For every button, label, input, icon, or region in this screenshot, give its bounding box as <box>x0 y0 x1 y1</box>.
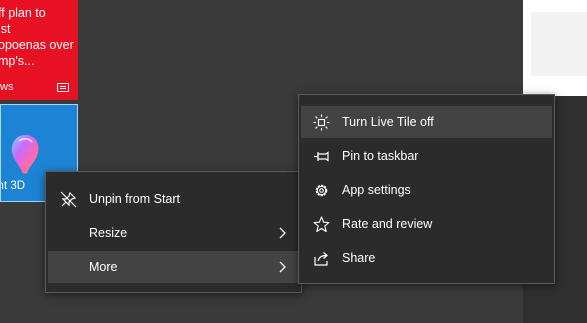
menu-item-label: Rate and review <box>342 217 433 231</box>
chevron-right-icon <box>279 227 286 239</box>
news-tile[interactable]: ff plan to ist opoenas over mp's... ws <box>0 0 78 100</box>
news-badge-icon <box>57 83 69 92</box>
paint-3d-logo-icon <box>11 135 39 174</box>
menu-item-label: Unpin from Start <box>89 192 181 206</box>
menu-item-label: More <box>89 260 118 274</box>
unpin-icon <box>60 191 77 208</box>
more-submenu: Turn Live Tile off Pin to taskbar App se… <box>298 94 555 284</box>
menu-item-label: Pin to taskbar <box>342 149 419 163</box>
menu-item-more[interactable]: More <box>48 251 299 283</box>
menu-item-rate-and-review[interactable]: Rate and review <box>301 208 552 240</box>
news-tile-source: ws <box>0 81 14 93</box>
menu-item-pin-to-taskbar[interactable]: Pin to taskbar <box>301 140 552 172</box>
menu-item-label: Share <box>342 251 376 265</box>
paint-3d-tile-label: int 3D <box>1 180 26 192</box>
menu-item-share[interactable]: Share <box>301 242 552 274</box>
news-tile-headline: ff plan to ist opoenas over mp's... <box>0 6 74 68</box>
live-tile-icon <box>313 114 330 131</box>
menu-item-label: Resize <box>89 226 128 240</box>
menu-item-label: App settings <box>342 183 411 197</box>
pin-icon <box>314 151 329 162</box>
chevron-right-icon <box>279 261 286 273</box>
gear-icon <box>315 184 328 197</box>
menu-item-app-settings[interactable]: App settings <box>301 174 552 206</box>
menu-item-label: Turn Live Tile off <box>342 115 434 129</box>
background-window-inner <box>531 12 587 76</box>
background-window-panel <box>523 0 587 96</box>
menu-item-turn-live-tile-off[interactable]: Turn Live Tile off <box>301 106 552 138</box>
star-icon <box>313 216 330 233</box>
share-icon <box>314 252 328 266</box>
menu-item-unpin-from-start[interactable]: Unpin from Start <box>48 183 299 215</box>
tile-context-menu: Unpin from Start Resize More <box>45 171 302 293</box>
menu-item-resize[interactable]: Resize <box>48 217 299 249</box>
